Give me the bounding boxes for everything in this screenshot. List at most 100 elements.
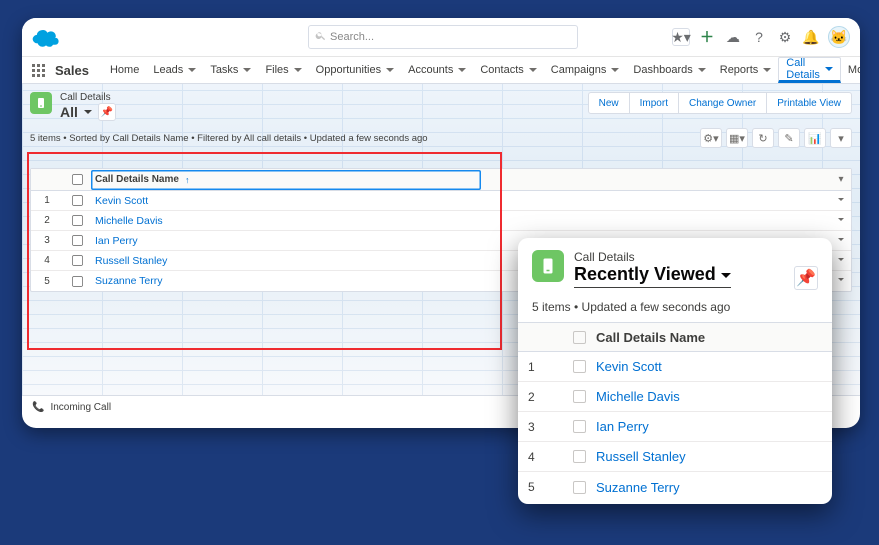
table-row[interactable]: 1 Kevin Scott xyxy=(518,352,832,382)
row-actions[interactable] xyxy=(831,215,851,227)
row-actions[interactable] xyxy=(831,235,851,247)
record-link[interactable]: Russell Stanley xyxy=(95,255,167,267)
overlay-column-header[interactable]: Call Details Name xyxy=(596,330,705,345)
row-actions[interactable] xyxy=(831,275,851,287)
row-actions[interactable] xyxy=(831,255,851,267)
table-row[interactable]: 2 Michelle Davis xyxy=(31,211,851,231)
nav-dashboards[interactable]: Dashboards xyxy=(626,57,712,83)
row-checkbox[interactable] xyxy=(573,481,586,494)
phone-icon[interactable]: 📞 xyxy=(32,402,44,413)
list-view-picker-icon[interactable] xyxy=(84,110,92,118)
salesforce-help-icon[interactable]: ☁ xyxy=(724,28,742,46)
chart-icon[interactable]: 📊 xyxy=(804,128,826,148)
nav-bar: Sales Home Leads Tasks Files Opportuniti… xyxy=(22,56,860,84)
notifications-icon[interactable]: 🔔 xyxy=(802,28,820,46)
nav-accounts[interactable]: Accounts xyxy=(401,57,473,83)
app-name: Sales xyxy=(55,63,89,78)
pin-button[interactable]: 📌 xyxy=(98,103,116,121)
row-checkbox[interactable] xyxy=(71,255,82,266)
pin-button[interactable]: 📌 xyxy=(794,266,818,290)
row-number: 3 xyxy=(31,235,63,246)
table-row[interactable]: 4 Russell Stanley xyxy=(518,442,832,472)
import-button[interactable]: Import xyxy=(630,92,679,114)
top-icons: ★▾ ＋ ☁ ? ⚙ 🔔 🐱 xyxy=(672,26,850,48)
row-number: 3 xyxy=(528,420,562,434)
chevron-down-icon xyxy=(458,68,466,76)
row-number: 4 xyxy=(31,255,63,266)
refresh-icon[interactable]: ↻ xyxy=(752,128,774,148)
column-menu-icon[interactable]: ▾ xyxy=(831,174,851,185)
row-number: 4 xyxy=(528,450,562,464)
nav-campaigns[interactable]: Campaigns xyxy=(544,57,627,83)
overlay-header-row: Call Details Name xyxy=(518,322,832,352)
table-header-row: Call Details Name ↑ ▾ xyxy=(31,169,851,191)
display-as-icon[interactable]: ▦▾ xyxy=(726,128,748,148)
search-placeholder: Search... xyxy=(330,31,374,43)
overlay-table: Call Details Name 1 Kevin Scott 2 Michel… xyxy=(518,322,832,502)
global-search[interactable]: Search... xyxy=(308,25,578,49)
row-checkbox[interactable] xyxy=(71,215,82,226)
row-checkbox[interactable] xyxy=(71,195,82,206)
change-owner-button[interactable]: Change Owner xyxy=(679,92,767,114)
table-row[interactable]: 2 Michelle Davis xyxy=(518,382,832,412)
nav-leads[interactable]: Leads xyxy=(146,57,203,83)
object-icon xyxy=(30,92,52,114)
new-button[interactable]: New xyxy=(588,92,630,114)
chevron-down-icon xyxy=(188,68,196,76)
table-row[interactable]: 3 Ian Perry xyxy=(518,412,832,442)
add-button[interactable]: ＋ xyxy=(698,28,716,46)
record-link[interactable]: Suzanne Terry xyxy=(596,480,680,495)
table-row[interactable]: 5 Suzanne Terry xyxy=(518,472,832,502)
row-checkbox[interactable] xyxy=(71,275,82,286)
row-checkbox[interactable] xyxy=(573,420,586,433)
chevron-down-icon xyxy=(763,68,771,76)
overlay-list-picker[interactable]: Recently Viewed xyxy=(574,264,731,288)
nav-reports[interactable]: Reports xyxy=(713,57,779,83)
chevron-down-icon xyxy=(698,68,706,76)
favorites-button[interactable]: ★▾ xyxy=(672,28,690,46)
top-bar: Search... ★▾ ＋ ☁ ? ⚙ 🔔 🐱 xyxy=(22,18,860,56)
nav-home[interactable]: Home xyxy=(103,57,146,83)
record-link[interactable]: Michelle Davis xyxy=(596,389,680,404)
list-controls-gear-icon[interactable]: ⚙▾ xyxy=(700,128,722,148)
nav-files[interactable]: Files xyxy=(258,57,308,83)
overlay-object-label: Call Details xyxy=(574,250,784,264)
salesforce-logo xyxy=(32,27,60,47)
object-label: Call Details xyxy=(60,92,116,103)
record-link[interactable]: Ian Perry xyxy=(95,235,138,247)
row-number: 5 xyxy=(31,276,63,287)
utility-item-label[interactable]: Incoming Call xyxy=(50,402,111,413)
nav-tasks[interactable]: Tasks xyxy=(203,57,258,83)
printable-view-button[interactable]: Printable View xyxy=(767,92,852,114)
object-icon xyxy=(532,250,564,282)
select-all-checkbox[interactable] xyxy=(573,331,586,344)
row-number: 1 xyxy=(31,195,63,206)
row-checkbox[interactable] xyxy=(573,360,586,373)
record-link[interactable]: Michelle Davis xyxy=(95,215,163,227)
list-view-title[interactable]: All xyxy=(60,104,78,120)
row-checkbox[interactable] xyxy=(573,450,586,463)
record-link[interactable]: Kevin Scott xyxy=(95,195,148,207)
filter-icon[interactable]: ▾ xyxy=(830,128,852,148)
record-link[interactable]: Suzanne Terry xyxy=(95,275,163,287)
record-link[interactable]: Ian Perry xyxy=(596,419,649,434)
select-all-checkbox[interactable] xyxy=(71,174,82,185)
setup-gear-icon[interactable]: ⚙ xyxy=(776,28,794,46)
overlay-info: 5 items • Updated a few seconds ago xyxy=(518,290,832,322)
row-checkbox[interactable] xyxy=(573,390,586,403)
record-link[interactable]: Kevin Scott xyxy=(596,359,662,374)
app-launcher-icon[interactable] xyxy=(32,64,45,77)
nav-contacts[interactable]: Contacts xyxy=(473,57,543,83)
nav-call-details[interactable]: Call Details xyxy=(778,57,841,83)
nav-opportunities[interactable]: Opportunities xyxy=(309,57,401,83)
row-actions[interactable] xyxy=(831,195,851,207)
row-number: 2 xyxy=(31,215,63,226)
column-header-name[interactable]: Call Details Name ↑ xyxy=(91,170,481,190)
edit-list-icon[interactable]: ✎ xyxy=(778,128,800,148)
record-link[interactable]: Russell Stanley xyxy=(596,449,686,464)
table-row[interactable]: 1 Kevin Scott xyxy=(31,191,851,211)
nav-more[interactable]: More xyxy=(841,57,860,83)
row-checkbox[interactable] xyxy=(71,235,82,246)
help-icon[interactable]: ? xyxy=(750,28,768,46)
avatar[interactable]: 🐱 xyxy=(828,26,850,48)
